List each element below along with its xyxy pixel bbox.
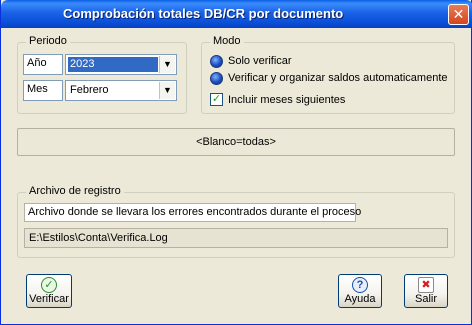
modo-legend: Modo [210, 35, 244, 47]
radio-solo-verificar[interactable] [210, 55, 223, 68]
radio-solo-verificar-label[interactable]: Solo verificar [228, 55, 292, 67]
check-circle-icon: ✓ [41, 277, 57, 293]
close-icon: ✕ [452, 6, 465, 22]
verificar-label: Verificar [29, 293, 69, 305]
window-title: Comprobación totales DB/CR por documento [63, 6, 344, 21]
verificar-button[interactable]: ✓ Verificar [26, 274, 72, 308]
chevron-down-icon[interactable]: ▼ [159, 56, 175, 73]
month-select[interactable]: Febrero ▼ [65, 80, 177, 101]
checkbox-incluir-meses[interactable]: ✓ [210, 93, 223, 106]
close-button[interactable]: ✕ [448, 4, 469, 25]
ayuda-label: Ayuda [344, 293, 376, 305]
radio-verificar-organizar[interactable] [210, 72, 223, 85]
blank-todas-bar: <Blanco=todas> [17, 128, 455, 156]
title-bar[interactable]: Comprobación totales DB/CR por documento… [1, 0, 472, 28]
archivo-description: Archivo donde se llevara los errores enc… [24, 203, 361, 222]
archivo-legend: Archivo de registro [26, 185, 124, 197]
dialog-window: Comprobación totales DB/CR por documento… [0, 0, 472, 325]
year-value: 2023 [68, 57, 158, 72]
archivo-group: Archivo de registro [17, 185, 455, 258]
periodo-group: Periodo [17, 35, 187, 114]
checkbox-incluir-meses-label[interactable]: Incluir meses siguientes [228, 94, 345, 106]
ayuda-button[interactable]: ? Ayuda [338, 274, 382, 308]
salir-label: Salir [414, 293, 437, 305]
radio-verificar-organizar-label[interactable]: Verificar y organizar saldos automaticam… [228, 72, 448, 84]
exit-door-icon: ✖ [418, 277, 434, 293]
help-icon: ? [352, 277, 368, 293]
periodo-legend: Periodo [26, 35, 70, 47]
year-label: Año [23, 54, 63, 75]
chevron-down-icon[interactable]: ▼ [159, 82, 175, 99]
archivo-path-field[interactable]: E:\Estilos\Conta\Verifica.Log [24, 228, 448, 248]
month-value: Febrero [70, 84, 109, 96]
salir-button[interactable]: ✖ Salir [404, 274, 448, 308]
year-select[interactable]: 2023 ▼ [65, 54, 177, 75]
blank-todas-text: <Blanco=todas> [196, 136, 276, 148]
month-label: Mes [23, 80, 63, 101]
